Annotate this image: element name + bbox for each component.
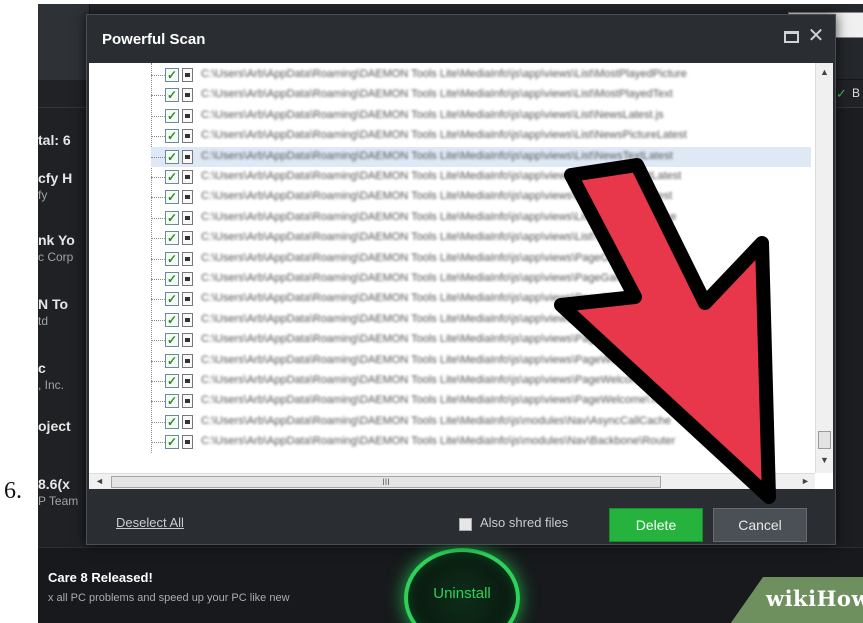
file-checkbox[interactable]: ✓ (165, 292, 179, 307)
tree-branch (151, 217, 165, 219)
file-checkbox[interactable]: ✓ (165, 149, 179, 164)
file-row[interactable]: ✓ C:\Users\Arb\AppData\Roaming\DAEMON Too… (151, 85, 811, 105)
file-icon (182, 435, 193, 450)
file-checkbox[interactable]: ✓ (165, 312, 179, 327)
background-tab (38, 4, 90, 80)
shred-files-checkbox[interactable] (459, 518, 472, 531)
file-path: C:\Users\Arb\AppData\Roaming\DAEMON Tool… (201, 68, 687, 80)
tree-branch (151, 401, 165, 403)
file-checkbox[interactable]: ✓ (165, 333, 179, 348)
tree-branch (151, 197, 165, 199)
file-icon (182, 170, 193, 184)
tree-branch (151, 177, 165, 178)
file-icon (182, 129, 193, 144)
file-icon (182, 374, 193, 388)
tree-branch (151, 421, 165, 423)
file-icon (182, 88, 193, 103)
file-row[interactable]: ✓ C:\Users\Arb\AppData\Roaming\DAEMON Too… (151, 65, 811, 85)
file-checkbox[interactable]: ✓ (165, 210, 179, 225)
powerful-scan-dialog: Powerful Scan ✕ ✓ C:\Users\Arb\AppData\Ro… (86, 14, 836, 545)
deselect-all-link[interactable]: Deselect All (116, 515, 184, 530)
scroll-down-icon[interactable]: ▼ (820, 455, 829, 465)
file-icon (182, 251, 193, 266)
watermark-wiki: wiki (766, 586, 817, 611)
file-icon (182, 272, 193, 286)
news-title: Care 8 Released! (48, 570, 153, 585)
tree-branch (151, 279, 165, 280)
tree-branch (151, 258, 165, 260)
file-icon (182, 312, 193, 327)
file-checkbox[interactable]: ✓ (165, 435, 179, 450)
file-icon (182, 190, 193, 205)
file-icon (182, 210, 193, 225)
file-row[interactable]: ✓ C:\Users\Arb\AppData\Roaming\DAEMON Too… (151, 126, 811, 146)
tree-branch (151, 238, 165, 240)
tree-branch (151, 95, 165, 97)
file-checkbox[interactable]: ✓ (165, 108, 179, 123)
file-checkbox[interactable]: ✓ (165, 170, 179, 184)
file-path: C:\Users\Arb\AppData\Roaming\DAEMON Tool… (201, 88, 673, 101)
tree-branch (151, 381, 165, 382)
uninstall-button[interactable]: Uninstall (404, 548, 520, 623)
file-checkbox[interactable]: ✓ (165, 68, 179, 82)
background-right-label: B (852, 86, 861, 100)
file-checkbox[interactable]: ✓ (165, 88, 179, 103)
tree-branch (151, 319, 165, 321)
tree-branch (151, 156, 165, 158)
file-checkbox[interactable]: ✓ (165, 251, 179, 266)
scroll-left-icon[interactable]: ◄ (95, 476, 104, 486)
screenshot: r pro ✓ B tal: 6 cfy H fy nk Yo c Corp N… (38, 4, 863, 623)
file-icon (182, 333, 193, 348)
close-icon[interactable]: ✕ (805, 25, 827, 47)
file-icon (182, 231, 193, 246)
uninstall-label: Uninstall (433, 585, 491, 602)
scroll-up-icon[interactable]: ▲ (820, 67, 829, 77)
file-icon (182, 292, 193, 307)
file-path: C:\Users\Arb\AppData\Roaming\DAEMON Tool… (201, 108, 664, 121)
tree-branch (151, 299, 165, 301)
file-icon (182, 149, 193, 164)
tree-branch (151, 442, 165, 444)
tree-branch (151, 115, 165, 117)
step-number: 6. (4, 478, 22, 504)
tree-branch (151, 340, 165, 342)
vertical-scrollbar[interactable]: ▲ ▼ (815, 63, 833, 473)
file-checkbox[interactable]: ✓ (165, 414, 179, 429)
vertical-scroll-thumb[interactable] (818, 431, 831, 449)
tree-branch (151, 75, 165, 76)
file-checkbox[interactable]: ✓ (165, 129, 179, 144)
red-arrow-annotation (554, 158, 776, 504)
check-icon: ✓ (836, 86, 847, 101)
file-path: C:\Users\Arb\AppData\Roaming\DAEMON Tool… (201, 129, 687, 142)
arrow-shape (554, 158, 776, 504)
watermark-how: How (816, 586, 863, 611)
file-icon (182, 68, 193, 82)
file-row[interactable]: ✓ C:\Users\Arb\AppData\Roaming\DAEMON Too… (151, 106, 811, 126)
maximize-icon[interactable] (784, 31, 799, 43)
file-checkbox[interactable]: ✓ (165, 374, 179, 388)
news-subtitle: x all PC problems and speed up your PC l… (48, 592, 290, 604)
file-checkbox[interactable]: ✓ (165, 231, 179, 246)
scroll-grip: III (382, 477, 390, 487)
tree-branch (151, 136, 165, 138)
file-icon (182, 353, 193, 368)
file-checkbox[interactable]: ✓ (165, 272, 179, 286)
file-icon (182, 414, 193, 429)
file-checkbox[interactable]: ✓ (165, 394, 179, 409)
file-checkbox[interactable]: ✓ (165, 353, 179, 368)
wikihow-watermark: wikiHow (766, 586, 863, 611)
file-icon (182, 108, 193, 123)
dialog-title: Powerful Scan (102, 31, 206, 48)
tree-branch (151, 360, 165, 362)
file-checkbox[interactable]: ✓ (165, 190, 179, 205)
file-icon (182, 394, 193, 409)
